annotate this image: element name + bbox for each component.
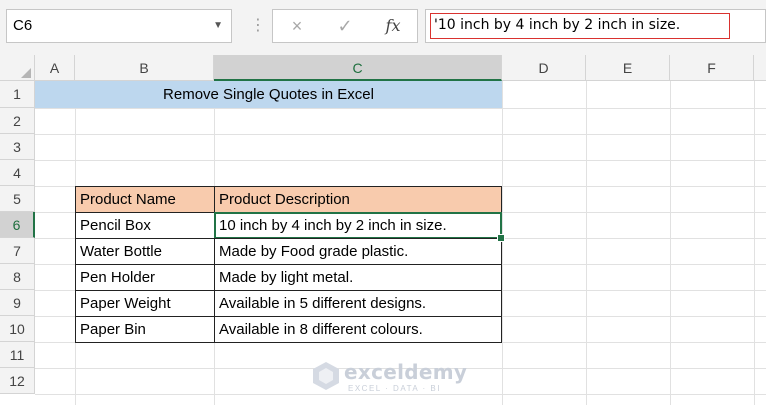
table-cell-name[interactable]: Pen Holder [75, 264, 215, 291]
table-cell-description[interactable]: Made by Food grade plastic. [214, 238, 502, 265]
column-header-a[interactable]: A [35, 55, 75, 81]
column-header-b[interactable]: B [75, 55, 214, 81]
row-header-8[interactable]: 8 [0, 264, 35, 290]
insert-function-button[interactable]: fx [373, 10, 413, 42]
gridline-horizontal [35, 160, 766, 161]
formula-input[interactable]: '10 inch by 4 inch by 2 inch in size. [425, 9, 766, 43]
vertical-dots-icon: ⋮ [250, 17, 266, 34]
name-box-value: C6 [13, 17, 33, 34]
row-header-6[interactable]: 6 [0, 212, 35, 238]
header-cell-product-name[interactable]: Product Name [75, 186, 215, 213]
row-header-11[interactable]: 11 [0, 342, 35, 368]
table-cell-name[interactable]: Pencil Box [75, 212, 215, 239]
table-cell-name[interactable]: Water Bottle [75, 238, 215, 265]
gridline-vertical [502, 81, 503, 405]
row-header-12[interactable]: 12 [0, 368, 35, 394]
table-cell-description[interactable]: Available in 5 different designs. [214, 290, 502, 317]
sheet-title-cell[interactable]: Remove Single Quotes in Excel [35, 81, 502, 108]
column-header-d[interactable]: D [502, 55, 586, 81]
table-cell-name[interactable]: Paper Weight [75, 290, 215, 317]
row-header-1[interactable]: 1 [0, 81, 35, 108]
watermark-tagline: EXCEL · DATA · BI [348, 384, 441, 393]
row-header-9[interactable]: 9 [0, 290, 35, 316]
exceldemy-logo-icon [313, 362, 339, 390]
row-header-3[interactable]: 3 [0, 134, 35, 160]
watermark-brand: exceldemy [344, 360, 468, 384]
gridline-horizontal [35, 134, 766, 135]
formula-bar: C6 ▼ ⋮ × ✓ fx '10 inch by 4 inch by 2 in… [0, 0, 766, 55]
column-header-e[interactable]: E [586, 55, 670, 81]
row-header-10[interactable]: 10 [0, 316, 35, 342]
row-header-2[interactable]: 2 [0, 108, 35, 134]
gridline-vertical [754, 81, 755, 405]
chevron-down-icon[interactable]: ▼ [213, 10, 223, 42]
row-header-5[interactable]: 5 [0, 186, 35, 212]
row-header-4[interactable]: 4 [0, 160, 35, 186]
table-cell-name[interactable]: Paper Bin [75, 316, 215, 343]
select-all-triangle-icon [21, 68, 31, 78]
exceldemy-watermark: exceldemy EXCEL · DATA · BI [312, 359, 467, 399]
select-all-button[interactable] [0, 55, 35, 81]
column-header-f[interactable]: F [670, 55, 754, 81]
worksheet-grid: A B C D E F 1 2 3 4 5 6 7 8 9 10 11 12 R… [0, 55, 766, 405]
table-cell-description[interactable]: Made by light metal. [214, 264, 502, 291]
gridline-vertical [670, 81, 671, 405]
formula-buttons: × ✓ fx [272, 9, 418, 43]
header-cell-product-description[interactable]: Product Description [214, 186, 502, 213]
enter-icon[interactable]: ✓ [325, 10, 365, 42]
cancel-icon[interactable]: × [277, 10, 317, 42]
column-header-c[interactable]: C [214, 55, 502, 81]
fill-handle[interactable] [497, 234, 505, 242]
formula-value: '10 inch by 4 inch by 2 inch in size. [430, 13, 730, 39]
gridline-vertical [586, 81, 587, 405]
name-box[interactable]: C6 ▼ [6, 9, 232, 43]
table-cell-description[interactable]: Available in 8 different colours. [214, 316, 502, 343]
column-header-row: A B C D E F [0, 55, 766, 81]
row-header-7[interactable]: 7 [0, 238, 35, 264]
active-cell-c6[interactable]: 10 inch by 4 inch by 2 inch in size. [214, 212, 502, 239]
gridline-horizontal [35, 108, 766, 109]
